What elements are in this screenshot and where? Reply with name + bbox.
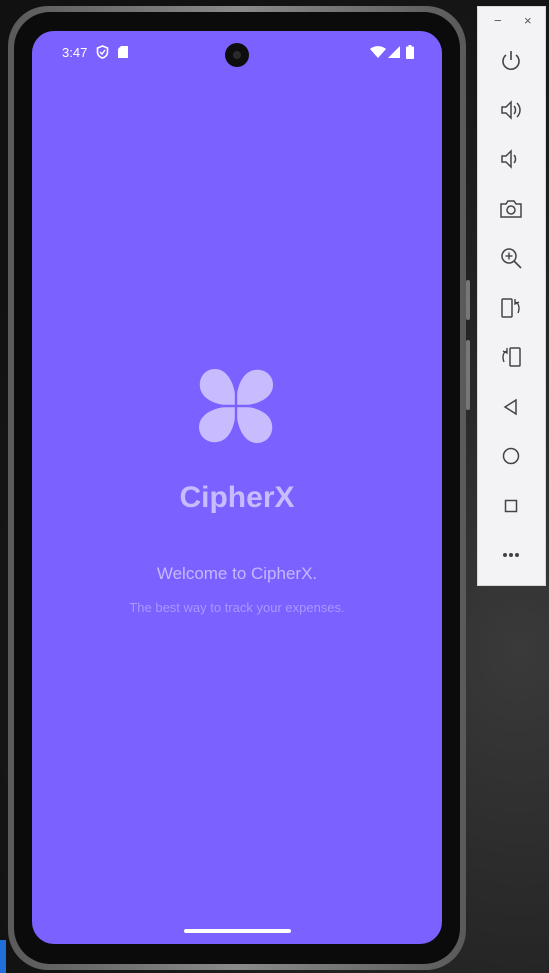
more-button[interactable] (497, 541, 525, 569)
back-button[interactable] (497, 393, 525, 421)
rotate-right-icon (502, 347, 521, 367)
side-volume-button (466, 340, 470, 410)
minimize-button[interactable]: − (494, 13, 502, 28)
cipherx-logo-icon (199, 369, 273, 443)
device-screen: 3:47 CipherX Welcome to CipherX. The bes… (32, 31, 442, 944)
desktop-edge-accent (0, 940, 6, 973)
overview-icon (504, 499, 518, 513)
shield-icon (96, 45, 109, 59)
zoom-in-icon (501, 248, 522, 269)
tagline: The best way to track your expenses. (129, 600, 345, 615)
gesture-home-indicator[interactable] (184, 929, 291, 933)
volume-down-button[interactable] (497, 145, 525, 173)
back-icon (503, 398, 517, 416)
volume-up-icon (501, 100, 521, 120)
cell-signal-icon (388, 46, 400, 58)
status-bar: 3:47 (32, 31, 442, 75)
sd-card-icon (118, 46, 128, 58)
rotate-left-button[interactable] (497, 294, 525, 322)
volume-up-button[interactable] (497, 96, 525, 124)
side-power-button (466, 280, 470, 320)
battery-icon (406, 45, 414, 59)
status-time: 3:47 (62, 45, 88, 60)
app-title: CipherX (179, 481, 295, 514)
wifi-icon (370, 46, 386, 58)
rotate-left-icon (501, 298, 520, 318)
close-button[interactable]: × (524, 13, 532, 28)
front-camera (225, 43, 249, 67)
screenshot-button[interactable] (497, 195, 525, 223)
zoom-button[interactable] (497, 244, 525, 272)
power-icon (502, 51, 520, 70)
overview-button[interactable] (497, 492, 525, 520)
volume-down-icon (501, 149, 517, 169)
camera-icon (500, 200, 522, 218)
toolbar-window-controls: − × (478, 7, 545, 35)
more-icon (503, 553, 519, 557)
power-button[interactable] (497, 47, 525, 75)
rotate-right-button[interactable] (497, 343, 525, 371)
home-button[interactable] (497, 442, 525, 470)
emulator-toolbar: − × (477, 6, 546, 586)
home-icon (502, 447, 520, 465)
welcome-message: Welcome to CipherX. (156, 564, 318, 583)
